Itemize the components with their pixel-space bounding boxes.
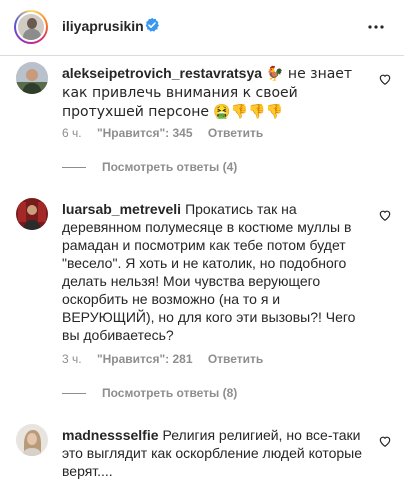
view-replies-label: Посмотреть ответы (8)	[102, 386, 238, 400]
view-replies-label: Посмотреть ответы (4)	[102, 160, 238, 174]
comment-body: Прокатись так на деревянном полумесяце в…	[62, 201, 356, 343]
comment-time: 6 ч.	[62, 126, 82, 140]
heart-icon[interactable]	[378, 434, 392, 448]
avatar-image	[16, 12, 46, 42]
comment-avatar[interactable]	[16, 198, 48, 230]
comment-username[interactable]: alekseipetrovich_restavratsya	[62, 65, 262, 81]
comment-time: 3 ч.	[62, 352, 82, 366]
verified-badge-icon	[145, 17, 159, 32]
comment-username[interactable]: luarsab_metreveli	[62, 201, 181, 217]
heart-icon[interactable]	[378, 208, 392, 222]
comment-item: luarsab_metreveli Прокатись так на деревя…	[0, 198, 404, 408]
more-horizontal-icon[interactable]	[366, 17, 386, 37]
reply-button[interactable]: Ответить	[208, 352, 263, 366]
comment-item: alekseipetrovich_restavratsya 🐓 не знает …	[0, 62, 404, 187]
reply-button[interactable]: Ответить	[208, 126, 263, 140]
comment-meta: 6 ч. "Нравится": 345 Ответить	[62, 126, 275, 140]
comment-item: madnessselfie Религия религией, но все-та…	[0, 424, 404, 501]
comment-meta: 3 ч. "Нравится": 281 Ответить	[62, 352, 275, 366]
header-username[interactable]: iliyaprusikin	[62, 18, 144, 34]
view-replies-button[interactable]: Посмотреть ответы (4)	[62, 158, 237, 176]
comment-avatar[interactable]	[16, 62, 48, 94]
header-avatar[interactable]	[14, 10, 48, 44]
comment-username[interactable]: madnessselfie	[62, 427, 159, 443]
comment-likes[interactable]: "Нравится": 345	[97, 126, 193, 140]
comment-text: alekseipetrovich_restavratsya 🐓 не знает …	[62, 64, 362, 121]
post-header: iliyaprusikin	[0, 0, 404, 56]
heart-icon[interactable]	[378, 72, 392, 86]
comment-avatar[interactable]	[16, 424, 48, 456]
comment-text: luarsab_metreveli Прокатись так на деревя…	[62, 200, 362, 344]
view-replies-button[interactable]: Посмотреть ответы (8)	[62, 384, 237, 402]
comment-likes[interactable]: "Нравится": 281	[97, 352, 193, 366]
comment-text: madnessselfie Религия религией, но все-та…	[62, 426, 362, 480]
replies-divider	[62, 392, 86, 394]
replies-divider	[62, 166, 86, 168]
